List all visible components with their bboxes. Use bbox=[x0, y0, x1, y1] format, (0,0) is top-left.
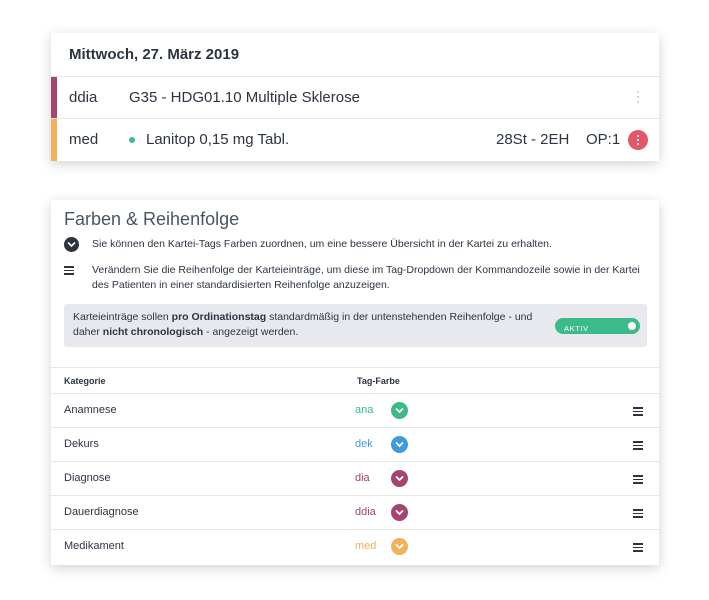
color-picker-chevron-down-icon[interactable] bbox=[391, 538, 408, 555]
table-row[interactable]: Dekurs dek bbox=[51, 428, 659, 462]
kebab-menu-icon[interactable] bbox=[636, 91, 640, 105]
row-category: Anamnese bbox=[64, 404, 117, 416]
col-category: Kategorie bbox=[64, 376, 106, 386]
row-tag: med bbox=[355, 540, 377, 552]
info-colors: Sie können den Kartei-Tags Farben zuordn… bbox=[92, 238, 552, 250]
entry-text: G35 - HDG01.10 Multiple Sklerose bbox=[129, 89, 360, 106]
entry-tag: med bbox=[69, 131, 99, 148]
row-tag: dek bbox=[355, 438, 373, 450]
note-text: Karteieinträge sollen pro Ordinationstag… bbox=[73, 311, 533, 338]
chevron-down-icon[interactable] bbox=[64, 237, 79, 252]
color-picker-chevron-down-icon[interactable] bbox=[391, 504, 408, 521]
info-order: Verändern Sie die Reihenfolge der Kartei… bbox=[92, 263, 640, 293]
table-header: Kategorie Tag-Farbe bbox=[51, 367, 659, 394]
color-picker-chevron-down-icon[interactable] bbox=[391, 436, 408, 453]
drag-handle-icon[interactable] bbox=[633, 509, 643, 518]
row-tag: dia bbox=[355, 472, 370, 484]
row-category: Dauerdiagnose bbox=[64, 506, 139, 518]
drag-handle-icon[interactable] bbox=[633, 543, 643, 552]
drag-handle-icon[interactable] bbox=[633, 441, 643, 450]
toggle-knob bbox=[628, 322, 636, 330]
row-category: Dekurs bbox=[64, 438, 99, 450]
status-dot-icon bbox=[129, 137, 135, 143]
drag-handle-icon[interactable] bbox=[633, 407, 643, 416]
row-category: Diagnose bbox=[64, 472, 111, 484]
info-order-line1: Verändern Sie die Reihenfolge der Kartei… bbox=[92, 264, 640, 276]
color-picker-chevron-down-icon[interactable] bbox=[391, 402, 408, 419]
active-toggle[interactable]: AKTIV bbox=[555, 318, 640, 334]
note-box: Karteieinträge sollen pro Ordinationstag… bbox=[64, 304, 647, 347]
table-row[interactable]: Medikament med bbox=[51, 530, 659, 564]
entry-color-bar bbox=[51, 77, 57, 118]
day-date: Mittwoch, 27. März 2019 bbox=[51, 33, 659, 77]
entry-text: Lanitop 0,15 mg Tabl. bbox=[146, 131, 290, 148]
entry-color-bar bbox=[51, 119, 57, 161]
entry-op: OP:1 bbox=[586, 131, 621, 148]
kebab-menu-icon[interactable] bbox=[628, 130, 648, 150]
menu-icon bbox=[64, 266, 74, 275]
entry-row-med[interactable]: med Lanitop 0,15 mg Tabl. 28St - 2EH OP:… bbox=[51, 119, 659, 161]
entry-tag: ddia bbox=[69, 89, 98, 106]
row-tag: ddia bbox=[355, 506, 376, 518]
table-row[interactable]: Dauerdiagnose ddia bbox=[51, 496, 659, 530]
table-row[interactable]: Anamnese ana bbox=[51, 394, 659, 428]
day-card: Mittwoch, 27. März 2019 ddia G35 - HDG01… bbox=[51, 33, 659, 161]
table-row[interactable]: Diagnose dia bbox=[51, 462, 659, 496]
settings-card: Farben & Reihenfolge Sie können den Kart… bbox=[51, 200, 659, 565]
drag-handle-icon[interactable] bbox=[633, 475, 643, 484]
entry-row-ddia[interactable]: ddia G35 - HDG01.10 Multiple Sklerose bbox=[51, 77, 659, 119]
settings-title: Farben & Reihenfolge bbox=[64, 209, 240, 229]
col-tag-color: Tag-Farbe bbox=[357, 376, 400, 386]
entry-quantity: 28St - 2EH bbox=[496, 131, 570, 148]
color-picker-chevron-down-icon[interactable] bbox=[391, 470, 408, 487]
row-tag: ana bbox=[355, 404, 374, 416]
toggle-label: AKTIV bbox=[564, 324, 589, 333]
info-order-line2: des Patienten in einer standardisierten … bbox=[92, 279, 390, 291]
row-category: Medikament bbox=[64, 540, 124, 552]
